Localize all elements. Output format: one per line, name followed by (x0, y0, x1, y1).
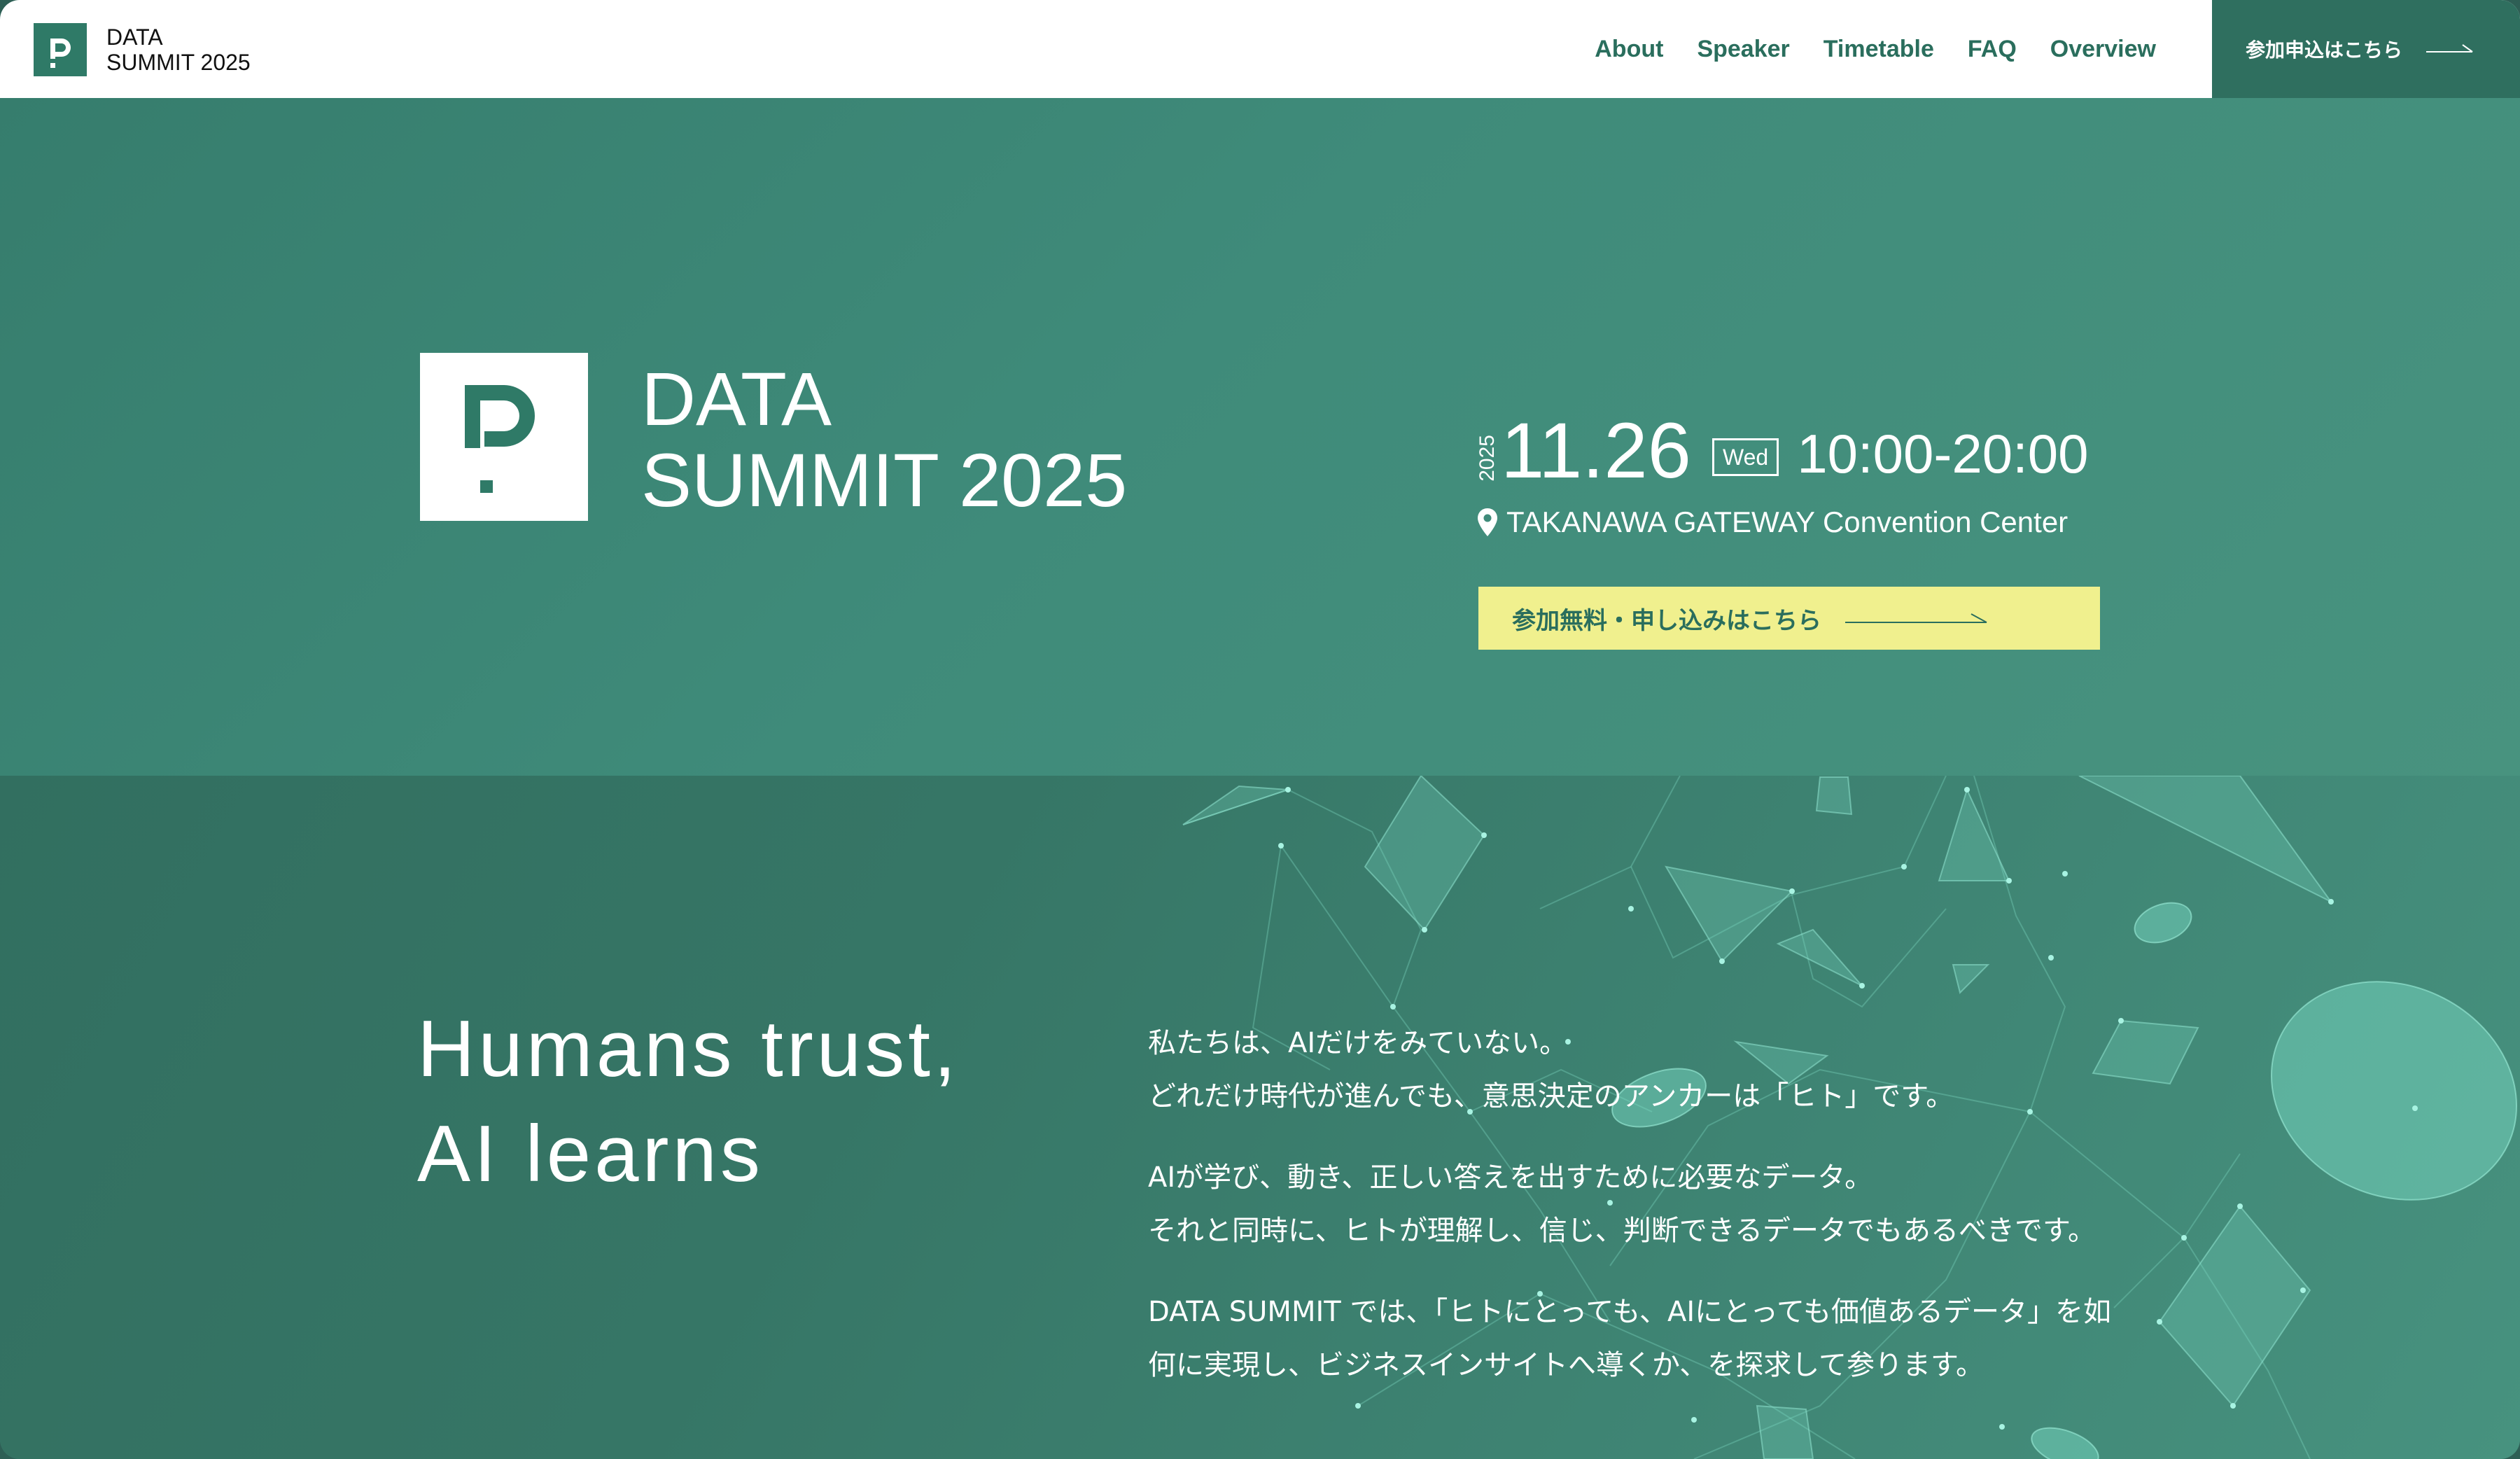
main-nav: About Speaker Timetable FAQ Overview (1595, 0, 2156, 98)
event-venue-label: TAKANAWA GATEWAY Convention Center (1506, 505, 2068, 538)
concept-paragraph-line: それと同時に、ヒトが理解し、信じ、判断できるデータでもあるべきです。 (1148, 1215, 2096, 1247)
concept-headline: Humans trust, AI learns (417, 997, 960, 1207)
concept-headline-line1: Humans trust, (417, 1005, 960, 1094)
event-date-row: 2025 11.26 Wed 10:00-20:00 (1476, 406, 2089, 494)
register-free-button[interactable]: 参加無料・申し込みはこちら (1478, 587, 2100, 650)
event-venue: TAKANAWA GATEWAY Convention Center (1477, 505, 2089, 539)
brand-line2: SUMMIT 2025 (106, 50, 251, 75)
concept-paragraph-line: 私たちは、AIだけをみていない。 (1148, 1027, 1568, 1059)
concept-paragraph-line: どれだけ時代が進んでも、意思決定のアンカーは「ヒト」です。 (1148, 1080, 1954, 1112)
concept-paragraph: DATA SUMMIT では、「ヒトにとっても、AIにとっても価値あるデータ」を… (1148, 1285, 2111, 1392)
page: DATA SUMMIT 2025 About Speaker Timetable… (0, 0, 2520, 1459)
concept-paragraph: AIが学び、動き、正しい答えを出すために必要なデータ。 それと同時に、ヒトが理解… (1148, 1151, 2111, 1257)
register-free-label: 参加無料・申し込みはこちら (1512, 606, 1821, 635)
nav-overview[interactable]: Overview (2050, 36, 2156, 63)
concept-headline-line2: AI learns (417, 1110, 764, 1199)
event-year: 2025 (1476, 435, 1499, 482)
nav-faq[interactable]: FAQ (1968, 36, 2017, 63)
hero-title-line2: SUMMIT 2025 (641, 438, 1128, 522)
concept-paragraph-line: AIが学び、動き、正しい答えを出すために必要なデータ。 (1148, 1161, 1873, 1194)
event-day-badge: Wed (1712, 438, 1779, 476)
hero-section: DATA SUMMIT 2025 2025 11.26 Wed 10:00-20… (0, 98, 2520, 776)
register-header-button[interactable]: 参加申込はこちら (2212, 0, 2520, 98)
brand-wordmark: DATA SUMMIT 2025 (106, 25, 251, 75)
brand-p-icon (34, 23, 87, 76)
nav-timetable[interactable]: Timetable (1823, 36, 1934, 63)
hero-title: DATA SUMMIT 2025 (641, 358, 1127, 521)
arrow-right-icon (2426, 44, 2473, 53)
register-header-label: 参加申込はこちら (2246, 39, 2403, 62)
event-info: 2025 11.26 Wed 10:00-20:00 TAKANAWA GATE… (1476, 406, 2089, 539)
concept-paragraph-line: 何に実現し、ビジネスインサイトへ導くか、を探求して参ります。 (1148, 1349, 1984, 1381)
brand-logo[interactable]: DATA SUMMIT 2025 (34, 23, 251, 76)
brand-line1: DATA (106, 25, 163, 50)
nav-speaker[interactable]: Speaker (1697, 36, 1789, 63)
arrow-right-icon (1845, 613, 1987, 623)
nav-about[interactable]: About (1595, 36, 1663, 63)
hero-title-line1: DATA (641, 356, 832, 441)
location-pin-icon (1478, 508, 1497, 536)
concept-paragraph: 私たちは、AIだけをみていない。 どれだけ時代が進んでも、意思決定のアンカーは「… (1148, 1017, 2111, 1123)
concept-section: Humans trust, AI learns 私たちは、AIだけをみていない。… (0, 776, 2520, 1459)
hero-p-logo-icon (420, 353, 588, 521)
site-header: DATA SUMMIT 2025 About Speaker Timetable… (0, 0, 2520, 98)
concept-paragraph-line: DATA SUMMIT では、「ヒトにとっても、AIにとっても価値あるデータ」を… (1148, 1296, 2111, 1328)
event-date: 11.26 (1501, 407, 1691, 494)
concept-body: 私たちは、AIだけをみていない。 どれだけ時代が進んでも、意思決定のアンカーは「… (1148, 1017, 2111, 1420)
event-time: 10:00-20:00 (1797, 423, 2089, 484)
